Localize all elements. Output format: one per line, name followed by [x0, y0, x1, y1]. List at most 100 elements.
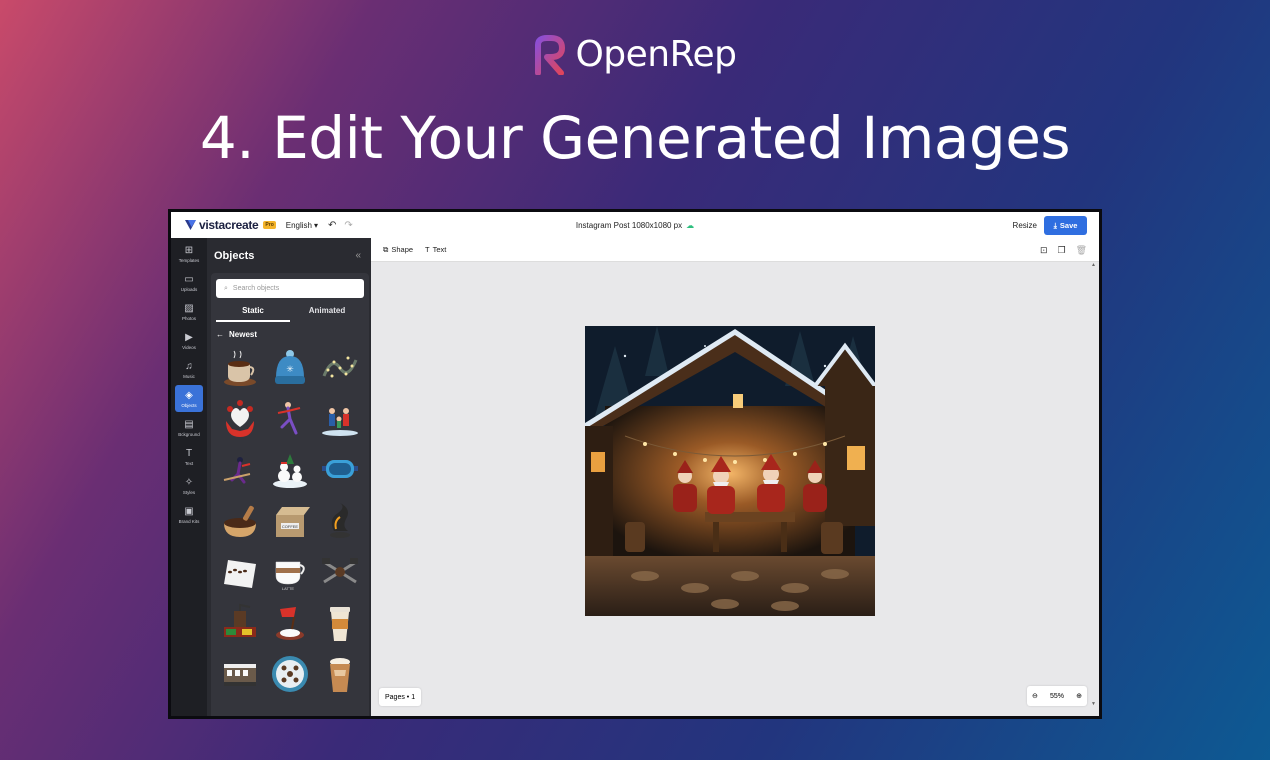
vistacreate-logo[interactable]: vistacreate Pro	[185, 218, 276, 232]
back-arrow-icon: ←	[216, 330, 224, 339]
coffee-tools-object[interactable]	[319, 551, 361, 593]
ice-skater-object[interactable]	[269, 398, 311, 440]
pages-indicator[interactable]: Pages • 1	[379, 688, 422, 706]
coffee-paper-object[interactable]	[219, 551, 261, 593]
sidebar-label: Uploads	[180, 286, 198, 292]
sidebar-item-videos[interactable]: ▶ Videos	[175, 327, 203, 354]
sidebar-item-music[interactable]: ♫ Music	[175, 356, 203, 383]
logo-text: vistacreate	[199, 218, 259, 232]
zoom-out-icon[interactable]: ⊖	[1032, 692, 1038, 700]
sidebar-label: Objects	[181, 402, 197, 408]
photo-icon: ▨	[184, 302, 194, 314]
sidebar-item-styles[interactable]: ✧ Styles	[175, 472, 203, 499]
video-icon: ▶	[185, 331, 193, 343]
artboard-image[interactable]	[585, 326, 875, 616]
briefcase-icon: ▣	[184, 505, 194, 517]
sidebar-label: Photos	[181, 315, 196, 321]
app-window: vistacreate Pro English ▾ ↶ ↷ Instagram …	[168, 209, 1102, 719]
undo-icon[interactable]: ↶	[328, 220, 336, 231]
canvas-actions: ⊡ ❐ 🗑	[1040, 245, 1087, 256]
objects-panel: Objects « ⌕ Search objects Static Animat…	[207, 238, 371, 716]
text-tool[interactable]: T Text	[425, 245, 446, 254]
tab-static[interactable]: Static	[216, 304, 290, 322]
vistacreate-logo-icon	[185, 220, 196, 230]
breadcrumb[interactable]: ← Newest	[216, 330, 364, 339]
save-label: Save	[1059, 221, 1078, 230]
brand-name: OpenRep	[575, 34, 737, 75]
redo-icon[interactable]: ↷	[344, 220, 352, 231]
coffee-box-object[interactable]: COFFEE	[269, 500, 311, 542]
takeaway-cup-object[interactable]	[319, 602, 361, 644]
heart-hands-object[interactable]	[219, 398, 261, 440]
sidebar-item-objects[interactable]: ◈ Objects	[175, 385, 203, 412]
panel-content: ⌕ Search objects Static Animated ← Newes…	[211, 273, 369, 716]
objects-icon: ◈	[185, 389, 193, 401]
objects-tabs: Static Animated	[216, 304, 364, 322]
latte-cup-object[interactable]: LATTE	[269, 551, 311, 593]
sidebar-item-templates[interactable]: ⊞ Templates	[175, 240, 203, 267]
svg-text:✳: ✳	[286, 364, 294, 374]
coffee-smoke-object[interactable]	[319, 500, 361, 542]
ski-goggles-object[interactable]	[319, 449, 361, 491]
headline: 4. Edit Your Generated Images	[199, 104, 1071, 172]
resize-button[interactable]: Resize	[1013, 221, 1037, 230]
christmas-lights-object[interactable]	[319, 347, 361, 389]
language-select[interactable]: English ▾	[286, 221, 318, 230]
svg-text:COFFEE: COFFEE	[282, 524, 299, 529]
canvas-area: ⧉ Shape T Text ⊡ ❐ 🗑 Pages • 1 ⊖ 55% ⊕ ▲…	[371, 238, 1099, 716]
hockey-player-object[interactable]	[219, 449, 261, 491]
download-icon: ⤓	[1053, 220, 1057, 230]
santa-cabin-scene	[585, 326, 875, 616]
background-icon: ▤	[184, 418, 194, 430]
folder-icon: ▭	[184, 273, 194, 285]
pro-badge: Pro	[263, 221, 276, 229]
coffee-plate-object[interactable]	[269, 653, 311, 695]
save-button[interactable]: ⤓ Save	[1044, 216, 1087, 235]
breadcrumb-label: Newest	[229, 330, 258, 339]
sidebar-item-background[interactable]: ▤ Bckground	[175, 414, 203, 441]
snowmen-group-object[interactable]	[269, 449, 311, 491]
shape-tool[interactable]: ⧉ Shape	[383, 245, 413, 255]
sidebar-item-text[interactable]: T Text	[175, 443, 203, 470]
svg-text:LATTE: LATTE	[282, 586, 294, 591]
coffee-grinder-object[interactable]	[219, 602, 261, 644]
sidebar-label: Styles	[182, 489, 196, 495]
styles-icon: ✧	[184, 476, 194, 488]
scroll-down-icon[interactable]: ▼	[1091, 701, 1096, 707]
doc-title-text: Instagram Post 1080x1080 px	[575, 220, 683, 230]
skating-family-object[interactable]	[319, 398, 361, 440]
scroll-up-icon[interactable]: ▲	[1091, 262, 1096, 268]
sidebar-item-photos[interactable]: ▨ Photos	[175, 298, 203, 325]
top-bar: vistacreate Pro English ▾ ↶ ↷ Instagram …	[171, 212, 1099, 238]
sidebar-item-uploads[interactable]: ▭ Uploads	[175, 269, 203, 296]
vertical-scrollbar[interactable]: ▲ ▼	[1091, 262, 1097, 707]
coffee-pour-object[interactable]	[269, 602, 311, 644]
cloud-saved-icon: ☁	[686, 220, 695, 230]
pages-label: Pages • 1	[385, 693, 416, 701]
zoom-in-icon[interactable]: ⊕	[1076, 692, 1082, 700]
sidebar-item-brand-kits[interactable]: ▣ Brand Kits	[175, 501, 203, 528]
iced-coffee-object[interactable]	[319, 653, 361, 695]
text-icon: T	[185, 447, 193, 459]
sidebar-label: Bckground	[178, 431, 200, 437]
shape-icon: ⧉	[383, 244, 389, 254]
text-tool-icon: T	[425, 245, 430, 254]
openrep-logo-icon	[535, 34, 566, 75]
espresso-machine-object[interactable]	[219, 653, 261, 695]
objects-grid: ✳ COFFEE LATTE	[219, 347, 369, 695]
collapse-icon[interactable]: «	[355, 250, 361, 261]
tab-animated[interactable]: Animated	[290, 304, 364, 322]
zoom-level[interactable]: 55%	[1050, 693, 1064, 700]
coffee-cup-object[interactable]	[219, 347, 261, 389]
duplicate-icon[interactable]: ❐	[1057, 245, 1065, 256]
add-page-icon[interactable]: ⊡	[1040, 245, 1048, 256]
shape-label: Shape	[391, 245, 414, 254]
winter-hat-object[interactable]: ✳	[269, 347, 311, 389]
trash-icon[interactable]: 🗑	[1076, 245, 1087, 256]
canvas-toolbar: ⧉ Shape T Text ⊡ ❐ 🗑	[371, 238, 1099, 262]
coffee-beans-bowl-object[interactable]	[219, 500, 261, 542]
text-tool-label: Text	[432, 245, 447, 254]
music-icon: ♫	[185, 360, 193, 372]
search-input[interactable]: ⌕ Search objects	[216, 279, 364, 298]
zoom-control: ⊖ 55% ⊕	[1027, 686, 1087, 706]
